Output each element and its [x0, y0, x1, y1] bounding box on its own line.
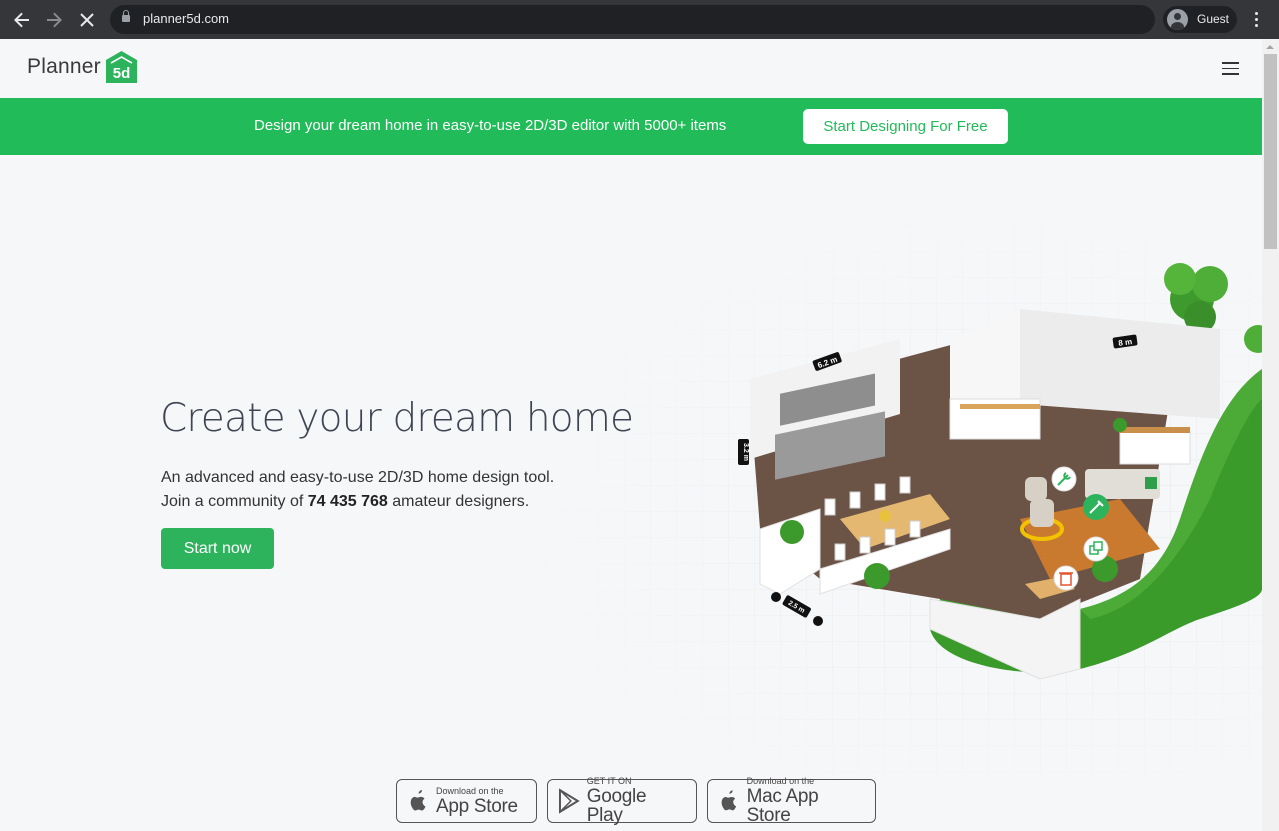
svg-text:5d: 5d: [113, 65, 131, 82]
start-designing-button[interactable]: Start Designing For Free: [803, 109, 1008, 144]
lock-icon: [122, 10, 130, 24]
app-store-big: App Store: [436, 795, 518, 817]
hero-line-1: An advanced and easy-to-use 2D/3D home d…: [161, 469, 555, 486]
logo-badge-icon: 5d: [105, 51, 137, 83]
avatar-icon: [1167, 9, 1188, 30]
hero-line-2-suffix: amateur designers.: [387, 493, 530, 510]
profile-button[interactable]: Guest: [1163, 6, 1237, 33]
home-design-illustration: 6.2 m 8 m 3.2 m 2.5 m: [520, 199, 1262, 779]
logo-word: Planner: [27, 55, 101, 78]
google-play-big: Google Play: [586, 786, 647, 826]
dimension-label-2-5m: 2.5 m: [771, 592, 823, 626]
logo[interactable]: Planner 5d: [27, 51, 137, 83]
start-now-button[interactable]: Start now: [161, 528, 274, 569]
store-badges: Download on the App Store GET IT ON Google…: [396, 776, 876, 826]
google-play-small: GET IT ON: [586, 776, 632, 786]
back-button[interactable]: [10, 8, 34, 32]
apple-icon: [721, 790, 737, 811]
arrow-right-icon: [47, 12, 62, 28]
page-scrollbar[interactable]: [1262, 39, 1279, 831]
browser-menu-button[interactable]: [1250, 10, 1262, 30]
banner-text: Design your dream home in easy-to-use 2D…: [254, 117, 727, 134]
wrench-icon: [1051, 466, 1077, 492]
paint-brush-icon: [1083, 494, 1109, 520]
apple-icon: [410, 790, 426, 811]
hero-description: An advanced and easy-to-use 2D/3D home d…: [161, 466, 554, 514]
scrollbar-thumb[interactable]: [1264, 54, 1277, 249]
close-icon: [80, 13, 94, 27]
stop-loading-button[interactable]: [75, 8, 99, 32]
page: Planner 5d Design your dream home in eas…: [0, 39, 1262, 831]
app-store-badge[interactable]: Download on the App Store: [396, 779, 537, 823]
copy-icon: [1083, 536, 1109, 562]
google-play-icon: [558, 788, 580, 814]
designer-count: 74 435 768: [307, 493, 388, 510]
hero-line-2: Join a community of 74 435 768 amateur d…: [161, 490, 554, 514]
url-text: planner5d.com: [143, 11, 229, 26]
dimension-label-3-2m: 3.2 m: [738, 439, 749, 465]
hero-line-2-prefix: Join a community of: [161, 493, 308, 510]
hero-title: Create your dream home: [160, 396, 634, 441]
hamburger-icon: [1222, 62, 1239, 75]
app-store-small: Download on the: [436, 785, 504, 796]
mac-app-store-badge[interactable]: Download on the Mac App Store: [707, 776, 876, 826]
scroll-up-arrow-icon[interactable]: [1266, 45, 1274, 49]
address-bar[interactable]: planner5d.com: [110, 5, 1155, 34]
more-vert-icon: [1250, 12, 1262, 27]
svg-text:3.2 m: 3.2 m: [742, 443, 749, 461]
browser-toolbar: planner5d.com Guest: [0, 0, 1279, 39]
hamburger-menu-button[interactable]: [1222, 62, 1239, 75]
mac-app-store-big: Mac App Store: [746, 786, 819, 826]
mac-app-store-small: Download on the: [746, 776, 815, 786]
trash-icon: [1053, 565, 1079, 591]
svg-text:8 m: 8 m: [1118, 337, 1133, 348]
profile-label: Guest: [1197, 12, 1230, 26]
forward-button[interactable]: [42, 8, 66, 32]
arrow-left-icon: [14, 12, 29, 28]
google-play-badge[interactable]: GET IT ON Google Play: [547, 776, 697, 826]
promo-banner: Design your dream home in easy-to-use 2D…: [0, 98, 1262, 155]
site-header: Planner 5d: [0, 39, 1262, 98]
